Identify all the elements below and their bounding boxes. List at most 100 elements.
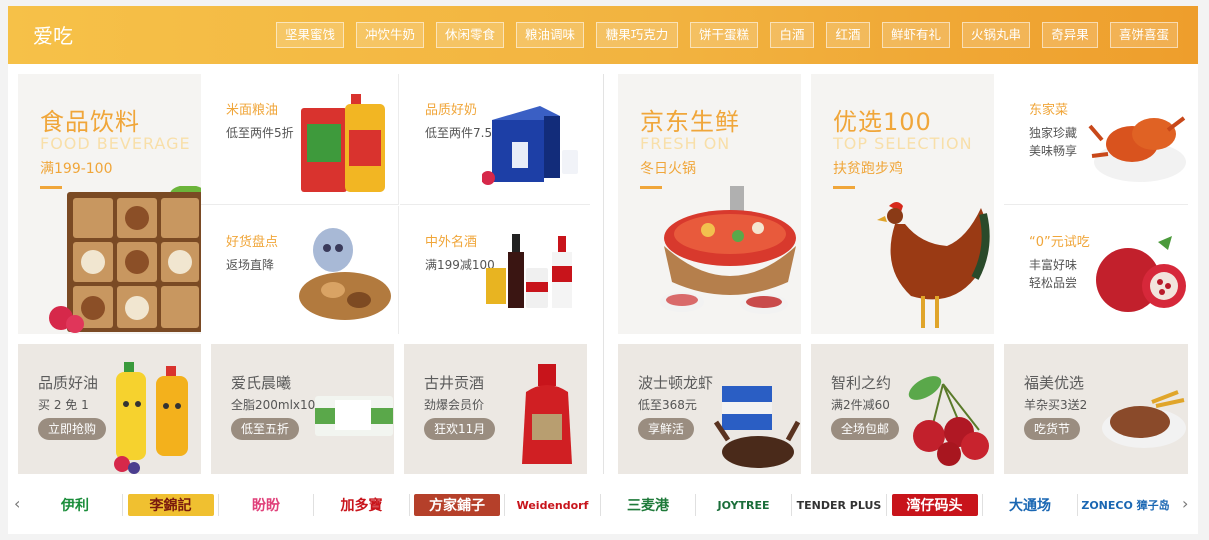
- banner-en-title: FRESH ON: [640, 134, 731, 153]
- cell-title: 中外名酒: [425, 235, 478, 250]
- crab-image: [1088, 116, 1186, 182]
- milk-box-image: [482, 106, 578, 185]
- pomegranate-image: [1096, 236, 1186, 312]
- brand-logo[interactable]: 李錦記: [127, 494, 214, 516]
- tile-milk[interactable]: 爱氏晨曦 全脂200mlx10 低至五折: [211, 344, 394, 474]
- cell-liquor[interactable]: 中外名酒 满199减100: [400, 206, 590, 334]
- oil-bottles-image: [114, 362, 188, 474]
- cell-milk[interactable]: 品质好奶 低至两件7.5折: [400, 74, 590, 205]
- tile-desc: 买 2 免 1: [38, 398, 89, 412]
- brand-logo[interactable]: 方家鋪子: [414, 494, 500, 516]
- tag-milk[interactable]: 冲饮牛奶: [356, 22, 424, 48]
- tag-grain-oil[interactable]: 粮油调味: [516, 22, 584, 48]
- banner-title: 食品饮料: [40, 108, 140, 136]
- cherry-image: [908, 376, 989, 466]
- brand-logo[interactable]: JOYTREE: [701, 490, 787, 520]
- milk-pack-image: [315, 396, 393, 436]
- brand-logo[interactable]: 加多寶: [319, 490, 405, 520]
- banner-en-title: FOOD BEVERAGE: [40, 134, 191, 153]
- tile-title: 品质好油: [38, 374, 99, 392]
- tag-candy[interactable]: 糖果巧克力: [596, 22, 678, 48]
- tile-cherry[interactable]: 智利之约 满2件减60 全场包邮: [811, 344, 994, 474]
- food-banner[interactable]: 食品饮料 FOOD BEVERAGE 满199-100: [18, 74, 201, 334]
- tag-nuts[interactable]: 坚果蜜饯: [276, 22, 344, 48]
- tag-kiwi[interactable]: 奇异果: [1042, 22, 1098, 48]
- brand-divider: [217, 494, 219, 516]
- brand-logo[interactable]: Weidendorf: [510, 490, 596, 520]
- tile-title: 福美优选: [1024, 374, 1085, 392]
- cell-desc: 丰富好味轻松品尝: [1029, 258, 1078, 290]
- cell-grain-oil[interactable]: 米面粮油 低至两件5折: [201, 74, 399, 205]
- brand-divider: [408, 494, 410, 516]
- tile-button[interactable]: 低至五折: [231, 418, 300, 440]
- brand-next-arrow[interactable]: ›: [1182, 494, 1188, 513]
- brand-logo[interactable]: 盼盼: [223, 490, 309, 520]
- brand-logo[interactable]: ZONECO 獐子岛: [1081, 490, 1169, 520]
- brand-logo[interactable]: 伊利: [32, 490, 118, 520]
- tile-title: 波士顿龙虾: [638, 374, 714, 392]
- tag-snacks[interactable]: 休闲零食: [436, 22, 504, 48]
- banner-promo: 扶贫跑步鸡: [833, 161, 903, 177]
- tag-shrimp[interactable]: 鲜虾有礼: [882, 22, 950, 48]
- brand-divider: [122, 494, 123, 516]
- cell-title: “0”元试吃: [1029, 235, 1090, 250]
- brand-logo[interactable]: 湾仔码头: [891, 494, 978, 516]
- floor-title: 爱吃: [33, 24, 73, 48]
- banner-promo: 满199-100: [40, 161, 113, 177]
- tile-desc: 低至368元: [638, 398, 697, 412]
- banner-title: 京东生鲜: [640, 108, 740, 136]
- cell-title: 品质好奶: [425, 103, 478, 118]
- floor-header: 爱吃 坚果蜜饯 冲饮牛奶 休闲零食 粮油调味 糖果巧克力 饼干蛋糕 白酒 红酒 …: [8, 6, 1198, 64]
- tile-button[interactable]: 吃货节: [1024, 418, 1081, 440]
- brand-divider: [886, 494, 887, 516]
- cell-desc: 独家珍藏美味畅享: [1029, 126, 1078, 158]
- brand-divider: [599, 494, 601, 516]
- tile-button[interactable]: 立即抢购: [38, 418, 107, 440]
- rooster-image: [877, 202, 990, 328]
- brand-logo[interactable]: 大通场: [987, 490, 1073, 520]
- tile-lobster[interactable]: 波士顿龙虾 低至368元 享鲜活: [618, 344, 801, 474]
- rice-oil-image: [301, 94, 385, 192]
- tile-title: 古井贡酒: [424, 374, 485, 392]
- steak-image: [1102, 390, 1186, 448]
- squirrel-nuts-image: [299, 228, 391, 320]
- brand-prev-arrow[interactable]: ‹: [14, 494, 20, 513]
- cell-dongjia[interactable]: 东家菜 独家珍藏美味畅享: [1004, 74, 1188, 205]
- cell-goods-review[interactable]: 好货盘点 返场直降: [201, 206, 399, 334]
- brand-divider: [504, 494, 505, 516]
- top-selection-banner[interactable]: 优选100 TOP SELECTION 扶贫跑步鸡: [811, 74, 994, 334]
- tag-baijiu[interactable]: 白酒: [770, 22, 814, 48]
- tile-button[interactable]: 全场包邮: [831, 418, 900, 440]
- brand-strip: ‹ › 伊利 李錦記 盼盼 加多寶 方家鋪子 Weidendorf 三麦港 JOYTREE TE…: [8, 476, 1198, 534]
- banner-en-title: TOP SELECTION: [833, 134, 973, 153]
- lobster-image: [714, 386, 800, 468]
- cell-desc: 低至两件5折: [226, 126, 294, 140]
- banner-underline: [833, 186, 855, 189]
- tile-title: 智利之约: [831, 374, 892, 392]
- cell-title: 米面粮油: [226, 103, 279, 118]
- cell-free-trial[interactable]: “0”元试吃 丰富好味轻松品尝: [1004, 206, 1188, 334]
- brand-logo[interactable]: 三麦港: [605, 490, 691, 520]
- tag-wine[interactable]: 红酒: [826, 22, 870, 48]
- tile-gujing[interactable]: 古井贡酒 劲爆会员价 狂欢11月: [404, 344, 587, 474]
- panel-divider: [603, 74, 604, 474]
- fresh-banner[interactable]: 京东生鲜 FRESH ON 冬日火锅: [618, 74, 801, 334]
- tile-button[interactable]: 狂欢11月: [424, 418, 496, 440]
- brand-divider: [695, 494, 696, 516]
- brand-divider: [313, 494, 314, 516]
- tag-wedding[interactable]: 喜饼喜蛋: [1110, 22, 1178, 48]
- cell-title: 东家菜: [1029, 103, 1069, 118]
- liquor-bottles-image: [486, 234, 572, 308]
- tile-oil[interactable]: 品质好油 买 2 免 1 立即抢购: [18, 344, 201, 474]
- tile-desc: 满2件减60: [831, 398, 890, 412]
- nut-box-image: [49, 186, 201, 333]
- hotpot-image: [660, 186, 796, 314]
- tag-hotpot[interactable]: 火锅丸串: [962, 22, 1030, 48]
- tag-cookies[interactable]: 饼干蛋糕: [690, 22, 758, 48]
- tile-title: 爱氏晨曦: [231, 374, 292, 392]
- banner-title: 优选100: [833, 108, 932, 136]
- tile-button[interactable]: 享鲜活: [638, 418, 695, 440]
- tile-lamb[interactable]: 福美优选 羊杂买3送2 吃货节: [1004, 344, 1188, 474]
- brand-logo[interactable]: TENDER PLUS: [796, 490, 882, 520]
- tile-desc: 全脂200mlx10: [231, 398, 316, 412]
